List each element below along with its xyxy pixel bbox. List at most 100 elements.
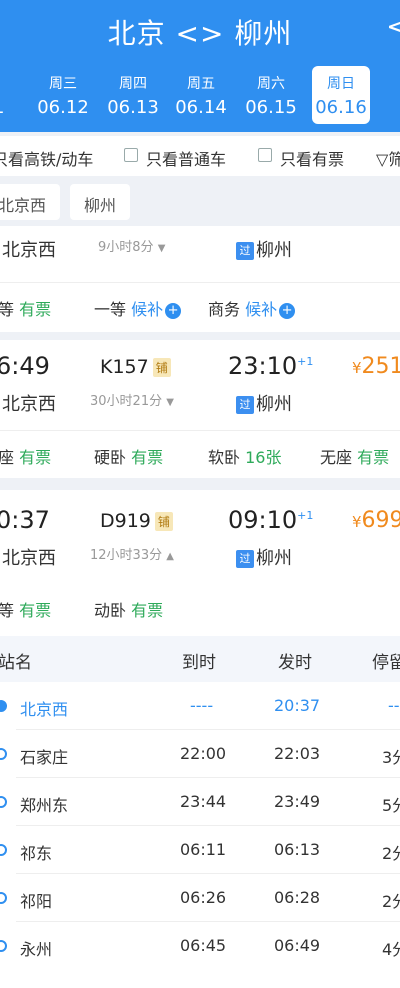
arrival-time: 23:10+1 [228,352,313,380]
to-station-name: 柳州 [256,548,292,569]
arrival-time: 09:10+1 [228,506,313,534]
stop-table-header: 站名 到时 发时 停留 [0,636,400,682]
to-station: 过柳州 [236,390,292,416]
duration: 9小时8分 ▼ [98,236,165,255]
via-icon: 过 [236,242,254,260]
chevron-down-icon[interactable]: ▼ [158,243,166,254]
checkbox-icon[interactable] [258,148,272,162]
filter-highspeed[interactable]: 只看高铁/动车 [0,146,93,170]
seat-status: 有票 [19,601,52,620]
seat-row: 等 有票 动卧 有票 [0,584,400,632]
filter-icon[interactable]: ▽筛 [376,146,400,170]
stop-depart: 06:49 [274,936,321,955]
date-tab[interactable]: 周三 06.12 [34,66,92,124]
stop-name: 郑州东 [20,796,69,815]
chevron-down-icon[interactable]: ▼ [166,397,174,408]
train-number-text: D919 [100,510,151,532]
stop-stay: 5分 [382,796,400,815]
duration: 30小时21分 ▼ [90,390,174,409]
stop-stay: 2分 [382,844,400,863]
stop-depart: 22:03 [274,744,321,763]
plus-icon[interactable]: + [279,302,296,319]
stop-dot-icon [0,700,7,712]
sleeper-badge: 铺 [152,358,171,377]
chevron-up-icon[interactable]: ▲ [166,551,174,562]
via-icon: 过 [236,396,254,414]
filter-label: 筛 [388,150,400,169]
stop-depart: 23:49 [274,792,321,811]
date-tab-selected[interactable]: 周日 06.16 [312,66,370,124]
to-station: 过柳州 [236,236,292,262]
stop-arrive: 23:44 [180,792,227,811]
station-chip-to[interactable]: 柳州 [70,184,131,220]
seat-item[interactable]: 软卧 16张 [208,444,281,468]
stop-arrive: 06:45 [180,936,227,955]
route-title[interactable]: 北京 <> 柳州 [0,12,400,52]
seat-status: 有票 [357,448,390,467]
checkbox-icon[interactable] [124,148,138,162]
stop-name: 永州 [20,940,53,959]
arrival-time-text: 23:10 [228,352,298,380]
seat-status: 候补 [245,300,278,319]
col-arrive: 到时 [182,653,216,673]
seat-status: 候补 [131,300,164,319]
stop-depart: 20:37 [274,696,321,715]
station-chip-from[interactable]: 北京西 [0,184,61,220]
filter-available[interactable]: 只看有票 [280,146,344,170]
seat-item[interactable]: 动卧 有票 [94,597,163,621]
price: ¥699 [352,508,400,533]
seat-item[interactable]: 座 有票 [0,444,51,468]
price-value: 699 [361,508,400,533]
seat-item[interactable]: 硬卧 有票 [94,444,163,468]
seat-status: 有票 [19,300,52,319]
from-station: 北京西 [2,394,56,415]
date-selector: 二 11 周三 06.12 周四 06.13 周五 06.14 周六 06.15… [0,66,400,124]
from-station: 北京西 [2,240,56,261]
back-chevron-icon[interactable]: < [386,12,400,42]
train-number: D919 铺 [100,510,173,532]
seat-name: 动卧 [94,601,127,620]
date-tab[interactable]: 周五 06.14 [172,66,230,124]
stop-dot-icon [0,940,7,952]
top-header: 北京 <> 柳州 < 二 11 周三 06.12 周四 06.13 周五 06.… [0,0,400,132]
seat-name: 硬卧 [94,448,127,467]
stop-row: 郑州东 23:44 23:49 5分 [0,778,400,826]
stop-name: 祁阳 [20,892,53,911]
to-station-name: 柳州 [256,240,292,261]
seat-item[interactable]: 等 有票 [0,296,51,320]
seat-item[interactable]: 等 有票 [0,597,51,621]
stop-stay: -- [388,696,400,715]
seat-status: 16张 [245,448,282,467]
seat-name: 等 [0,300,15,319]
plus-icon[interactable]: + [165,302,182,319]
stop-row: 永州 06:45 06:49 4分 [0,922,400,988]
seat-name: 软卧 [208,448,241,467]
stop-row: 北京西 ---- 20:37 -- [0,682,400,730]
filter-normal-train[interactable]: 只看普通车 [146,146,226,170]
duration-text: 30小时21分 [90,394,163,409]
seat-item[interactable]: 一等 候补 + [94,296,182,320]
date-tab[interactable]: 周六 06.15 [242,66,300,124]
seat-row: 座 有票 硬卧 有票 软卧 16张 无座 有票 [0,430,400,478]
to-station-name: 柳州 [256,394,292,415]
date-tab[interactable]: 二 11 [0,66,22,124]
filter-bar: 只看高铁/动车 只看普通车 只看有票 ▽筛 [0,136,400,176]
yen-symbol: ¥ [352,513,362,531]
price: ¥251 [352,354,400,379]
train-card[interactable]: 6:49 K157 铺 23:10+1 ¥251 北京西 30小时21分 ▼ 过柳… [0,340,400,478]
duration-text: 9小时8分 [98,240,154,255]
stop-name: 北京西 [20,700,69,719]
via-icon: 过 [236,550,254,568]
seat-name: 无座 [320,448,353,467]
seat-item[interactable]: 无座 有票 [320,444,389,468]
col-station: 站名 [0,653,32,673]
train-card[interactable]: 北京西 9小时8分 ▼ 过柳州 等 有票 一等 候补 + 商务 候补 + [0,226,400,332]
date-tab[interactable]: 周四 06.13 [104,66,162,124]
stop-arrive: 06:26 [180,888,227,907]
train-card-expanded[interactable]: 0:37 D919 铺 09:10+1 ¥699 北京西 12小时33分 ▲ 过柳… [0,490,400,636]
arrival-time-text: 09:10 [228,506,298,534]
stop-stay: 4分 [382,940,400,959]
seat-item[interactable]: 商务 候补 + [208,296,296,320]
stop-name: 祁东 [20,844,53,863]
train-number-text: K157 [100,356,149,378]
